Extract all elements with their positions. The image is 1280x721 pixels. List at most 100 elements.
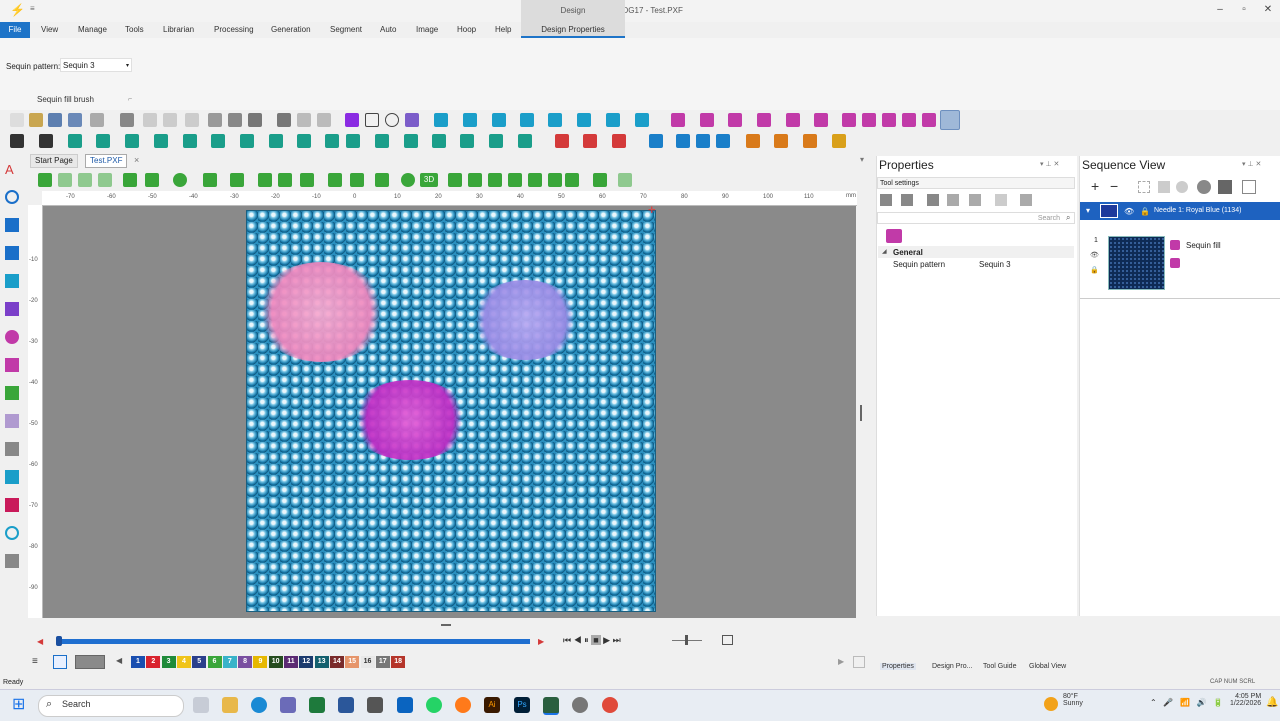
text-tool-icon[interactable]: A: [5, 162, 19, 177]
needle-swatch[interactable]: 18: [391, 656, 406, 668]
cross-stitch-icon[interactable]: [39, 134, 53, 148]
categorized-icon[interactable]: [880, 194, 892, 206]
stitch-tool-6-icon[interactable]: [577, 113, 591, 127]
menu-manage[interactable]: Manage: [78, 25, 107, 34]
needle-visibility-icon[interactable]: 👁: [1124, 207, 1134, 216]
prev-needle-icon[interactable]: ◀: [116, 656, 122, 665]
zoom-icon[interactable]: [228, 113, 242, 127]
firefox-icon[interactable]: [455, 697, 471, 713]
tool-a-icon[interactable]: [68, 134, 82, 148]
trim-tool-icon[interactable]: [5, 498, 19, 512]
needle-swatch[interactable]: 10: [268, 656, 283, 668]
tool-k-icon[interactable]: [346, 134, 360, 148]
store-icon[interactable]: [280, 697, 296, 713]
tool-q-icon[interactable]: [518, 134, 532, 148]
needle-swatch[interactable]: 17: [375, 656, 390, 668]
bold-icon[interactable]: [947, 194, 959, 206]
tool-f-icon[interactable]: [211, 134, 225, 148]
grid-icon[interactable]: [278, 173, 292, 187]
chrome-icon[interactable]: [602, 697, 618, 713]
pink-sequin-region[interactable]: [256, 262, 386, 362]
menu-generation[interactable]: Generation: [271, 25, 311, 34]
close-icon[interactable]: ✕: [1258, 4, 1278, 18]
file-explorer-icon[interactable]: [222, 697, 238, 713]
filter-props-icon[interactable]: [927, 194, 939, 206]
needle-swatch[interactable]: 3: [161, 656, 176, 668]
view-b-icon[interactable]: [78, 173, 92, 187]
object-thumbnail[interactable]: [1108, 236, 1165, 290]
search-icon[interactable]: ⌕: [1066, 213, 1070, 223]
property-value[interactable]: Sequin 3: [979, 260, 1011, 269]
sequin-tool-2-icon[interactable]: [700, 113, 714, 127]
tajima-taskbar-icon[interactable]: [543, 697, 559, 715]
expand-colorbar-icon[interactable]: [853, 656, 865, 668]
outlook-icon[interactable]: [397, 697, 413, 713]
first-icon[interactable]: ⏮: [563, 635, 571, 645]
stitch-tool-3-icon[interactable]: [492, 113, 506, 127]
screen-icon[interactable]: [123, 173, 137, 187]
windows-start-icon[interactable]: ⊞: [12, 696, 30, 714]
tool-w-icon[interactable]: [774, 134, 788, 148]
app-icon[interactable]: [367, 697, 383, 713]
sort-icon[interactable]: [901, 194, 913, 206]
sequin-fill-brush-icon[interactable]: [940, 110, 960, 130]
thumbnail-toggle-icon[interactable]: [1218, 180, 1232, 194]
needle-swatch[interactable]: 1: [131, 656, 145, 668]
last-icon[interactable]: ⏭: [613, 635, 621, 645]
print-preview-icon[interactable]: [208, 113, 222, 127]
tool-p-icon[interactable]: [489, 134, 503, 148]
lightning-icon[interactable]: [1020, 194, 1032, 206]
center-icon[interactable]: [350, 173, 364, 187]
chevron-down-icon[interactable]: ▾: [126, 59, 129, 73]
needle-swatch[interactable]: 2: [146, 656, 161, 668]
sequin-tool-1-icon[interactable]: [671, 113, 685, 127]
needle-swatch[interactable]: 12: [299, 656, 314, 668]
brush-tool-icon[interactable]: [5, 414, 19, 428]
zoom-1-icon[interactable]: [448, 173, 462, 187]
image-tool-icon[interactable]: [5, 302, 19, 316]
stitch-tool-8-icon[interactable]: [635, 113, 649, 127]
visibility-icon[interactable]: [1176, 181, 1188, 193]
hoop-icon[interactable]: [328, 173, 342, 187]
stitch-tool-5-icon[interactable]: [548, 113, 562, 127]
circle-tool-icon[interactable]: [5, 190, 19, 204]
edit-shape-icon[interactable]: [405, 113, 419, 127]
expand-needle-icon[interactable]: ▾: [1086, 206, 1090, 215]
filter-icon[interactable]: [38, 173, 52, 187]
photoshop-icon[interactable]: Ps: [514, 697, 530, 713]
needle-swatch[interactable]: 7: [222, 656, 237, 668]
sequin-pattern-select[interactable]: Sequin 3 ▾: [60, 58, 132, 72]
sequence-pin-icon[interactable]: ▾ ⊥ ✕: [1242, 160, 1261, 168]
tab-global-view[interactable]: Global View: [1029, 663, 1066, 670]
grid-a-icon[interactable]: [203, 173, 217, 187]
display-icon[interactable]: [145, 173, 159, 187]
ellipse-icon[interactable]: [385, 113, 399, 127]
tool-d-icon[interactable]: [154, 134, 168, 148]
star-icon[interactable]: [969, 194, 981, 206]
zoom-1000-icon[interactable]: [508, 173, 522, 187]
menu-auto[interactable]: Auto: [380, 25, 396, 34]
tab-test-pxf[interactable]: Test.PXF: [85, 154, 128, 168]
view-a-icon[interactable]: [58, 173, 72, 187]
info-icon[interactable]: [1197, 180, 1211, 194]
needle-swatch[interactable]: 9: [253, 656, 268, 668]
stitch-tool-7-icon[interactable]: [606, 113, 620, 127]
lock-seq-icon[interactable]: [1158, 181, 1170, 193]
list-icon[interactable]: [995, 194, 1007, 206]
sequin-tool-5-icon[interactable]: [786, 113, 800, 127]
tool-h-icon[interactable]: [269, 134, 283, 148]
save-icon[interactable]: [48, 113, 62, 127]
sequin-tool-4-icon[interactable]: [757, 113, 771, 127]
window-icon[interactable]: [722, 635, 733, 645]
sequin-tool-6-icon[interactable]: [814, 113, 828, 127]
sequin-tool-9-icon[interactable]: [882, 113, 896, 127]
tool-v-icon[interactable]: [746, 134, 760, 148]
stitch-point-icon[interactable]: [528, 173, 542, 187]
add-icon[interactable]: +: [1091, 178, 1099, 194]
redraw-progress[interactable]: [58, 639, 530, 644]
needle-icon[interactable]: [548, 173, 562, 187]
record-icon[interactable]: [173, 173, 187, 187]
tab-design-properties[interactable]: Design Pro...: [932, 663, 972, 670]
magnet-icon[interactable]: [300, 173, 314, 187]
measure-icon[interactable]: [618, 173, 632, 187]
